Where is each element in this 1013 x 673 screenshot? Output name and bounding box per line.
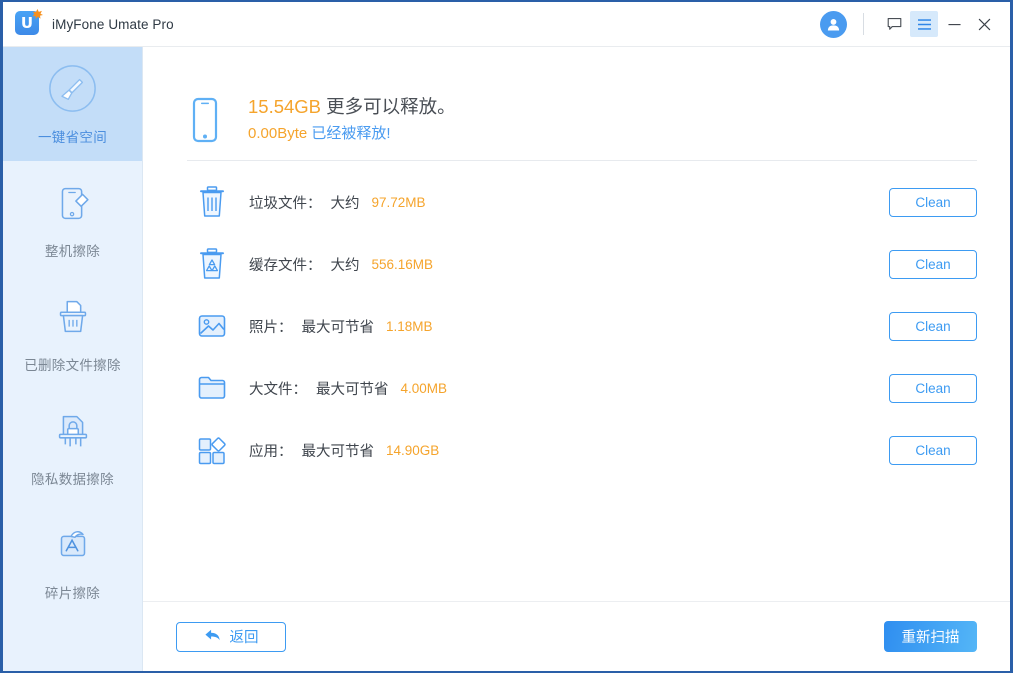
apps-grid-icon <box>193 435 231 465</box>
sidebar-item-private-data-erase[interactable]: 隐私数据擦除 <box>3 389 142 503</box>
clean-button[interactable]: Clean <box>889 249 977 279</box>
free-space-amount: 15.54GB <box>248 95 322 117</box>
released-text: 已经被释放! <box>311 124 391 142</box>
sidebar-item-label: 一键省空间 <box>38 129 107 145</box>
title-bar: U iMyFone Umate Pro <box>3 2 1010 47</box>
back-arrow-icon <box>204 628 221 646</box>
footer-bar: 返回 重新扫描 <box>143 602 1010 671</box>
phone-erase-icon <box>50 177 96 229</box>
back-button-label: 返回 <box>229 630 259 646</box>
hamburger-menu-icon[interactable] <box>910 11 938 37</box>
list-item-size: 1.18MB <box>386 318 433 334</box>
logo-spark-icon <box>32 9 43 20</box>
free-space-text: 更多可以释放。 <box>326 95 456 117</box>
rescan-button[interactable]: 重新扫描 <box>884 621 977 652</box>
list-item-label: 照片： 最大可节省 <box>249 319 374 336</box>
list-item-label: 缓存文件： 大约 <box>249 257 360 274</box>
sidebar-item-deleted-files-erase[interactable]: 已删除文件擦除 <box>3 275 142 389</box>
list-item: 垃圾文件： 大约 97.72MB Clean <box>143 171 1010 233</box>
back-button[interactable]: 返回 <box>176 621 286 652</box>
window-title: iMyFone Umate Pro <box>52 16 174 32</box>
sidebar-item-fragment-erase[interactable]: 碎片擦除 <box>3 503 142 617</box>
account-avatar-icon[interactable] <box>820 10 847 38</box>
sidebar-item-label: 整机擦除 <box>44 243 101 259</box>
list-item: 照片： 最大可节省 1.18MB Clean <box>143 295 1010 357</box>
title-bar-controls <box>820 2 1010 46</box>
sidebar: 一键省空间 整机擦除 已删除文件擦除 隐私数据擦除 碎片擦除 <box>3 47 143 671</box>
list-item-label: 垃圾文件： 大约 <box>249 195 360 212</box>
title-bar-separator <box>863 13 864 35</box>
released-amount: 0.00Byte <box>248 124 308 142</box>
close-icon[interactable] <box>970 11 998 37</box>
sidebar-item-label: 已删除文件擦除 <box>24 357 121 373</box>
sidebar-item-full-device-erase[interactable]: 整机擦除 <box>3 161 142 275</box>
shredder-trash-icon <box>50 291 96 343</box>
list-item: 缓存文件： 大约 556.16MB Clean <box>143 233 1010 295</box>
list-item: 应用： 最大可节省 14.90GB Clean <box>143 419 1010 481</box>
storage-summary: 15.54GB 更多可以释放。 0.00Byte 已经被释放! <box>143 47 1010 160</box>
sidebar-item-label: 隐私数据擦除 <box>31 471 114 487</box>
list-item-size: 97.72MB <box>371 194 426 210</box>
clean-button[interactable]: Clean <box>889 311 977 341</box>
app-logo-icon: U <box>15 9 43 37</box>
released-space-line: 0.00Byte 已经被释放! <box>248 121 456 147</box>
list-item-size: 556.16MB <box>371 256 434 272</box>
list-item-label: 大文件： 最大可节省 <box>249 381 389 398</box>
free-space-line: 15.54GB 更多可以释放。 <box>248 93 456 121</box>
minimize-icon[interactable] <box>940 11 968 37</box>
trash-bin-icon <box>193 185 231 219</box>
cleanup-list: 垃圾文件： 大约 97.72MB Clean 缓存文件： 大约 556.16MB… <box>143 161 1010 481</box>
folder-icon <box>193 374 231 402</box>
feedback-icon[interactable] <box>880 11 908 37</box>
list-item-size: 14.90GB <box>386 442 440 458</box>
clean-button[interactable]: Clean <box>889 435 977 465</box>
clean-button[interactable]: Clean <box>889 187 977 217</box>
sidebar-item-one-click-save-space[interactable]: 一键省空间 <box>3 47 142 161</box>
photo-icon <box>193 311 231 341</box>
main-content: 15.54GB 更多可以释放。 0.00Byte 已经被释放! 垃圾文件： 大约… <box>143 47 1010 671</box>
app-window: U iMyFone Umate Pro 一键省空间 整机擦除 已删除文件擦除 隐… <box>0 0 1013 673</box>
list-item-size: 4.00MB <box>400 380 448 396</box>
privacy-lock-shredder-icon <box>50 405 96 457</box>
list-item-label: 应用： 最大可节省 <box>249 443 374 460</box>
list-item: 大文件： 最大可节省 4.00MB Clean <box>143 357 1010 419</box>
cache-recycle-icon <box>193 247 231 281</box>
sidebar-item-label: 碎片擦除 <box>44 585 101 601</box>
smartphone-icon <box>188 97 222 143</box>
broom-circle-icon <box>48 63 97 115</box>
app-fragment-icon <box>50 519 96 571</box>
clean-button[interactable]: Clean <box>889 373 977 403</box>
